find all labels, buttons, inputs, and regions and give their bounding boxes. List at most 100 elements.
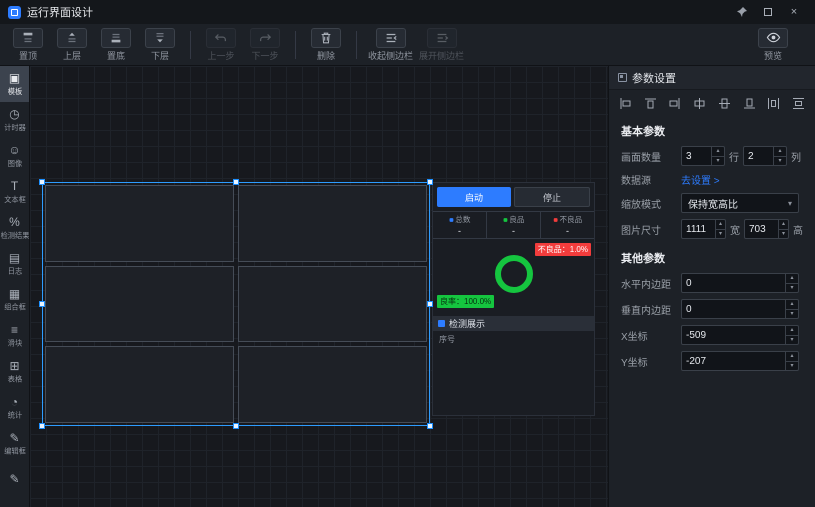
y-increment-icon[interactable]: ▴ xyxy=(786,352,798,361)
cols-input[interactable] xyxy=(744,147,773,165)
x-increment-icon[interactable]: ▴ xyxy=(786,326,798,335)
window-title: 运行界面设计 xyxy=(27,4,93,20)
send-to-back-button[interactable]: 置底 xyxy=(94,28,138,62)
resize-handle-s[interactable] xyxy=(233,423,239,429)
stat-total: 总数 - xyxy=(433,212,486,238)
image-cell[interactable] xyxy=(45,185,234,262)
pin-icon[interactable] xyxy=(729,0,755,24)
cols-decrement-icon[interactable]: ▾ xyxy=(774,156,786,166)
h-padding-input[interactable] xyxy=(682,274,785,292)
width-increment-icon[interactable]: ▴ xyxy=(716,220,725,229)
image-cell[interactable] xyxy=(45,346,234,423)
other-params-section-title: 其他参数 xyxy=(609,242,815,270)
height-decrement-icon[interactable]: ▾ xyxy=(779,229,788,239)
image-cell[interactable] xyxy=(238,185,427,262)
bring-to-front-button[interactable]: 置顶 xyxy=(6,28,50,62)
sidebar-item-extra[interactable]: ✎ xyxy=(0,462,29,498)
align-center-vertical-icon[interactable] xyxy=(718,97,731,110)
expand-sidebar-button[interactable]: 展开侧边栏 xyxy=(416,28,467,62)
image-cell[interactable] xyxy=(238,266,427,343)
align-right-icon[interactable] xyxy=(668,97,681,110)
defect-dot-icon xyxy=(553,218,557,222)
rows-input[interactable] xyxy=(682,147,711,165)
image-width-input[interactable] xyxy=(682,220,715,238)
maximize-button[interactable] xyxy=(755,0,781,24)
slider-icon: ≡ xyxy=(11,324,18,337)
align-left-icon[interactable] xyxy=(619,97,632,110)
resize-handle-ne[interactable] xyxy=(427,179,433,185)
sidebar-item-image[interactable]: ☺ 图像 xyxy=(0,138,29,174)
image-height-input[interactable] xyxy=(745,220,778,238)
selected-grid-element[interactable] xyxy=(42,182,430,426)
preview-button[interactable]: 预览 xyxy=(751,28,795,62)
sidebar-item-template[interactable]: ▣ 模板 xyxy=(0,66,29,102)
yield-ring-gauge xyxy=(495,255,533,293)
extra-icon: ✎ xyxy=(9,473,19,486)
align-top-icon[interactable] xyxy=(644,97,657,110)
collapse-sidebar-button[interactable]: 收起侧边栏 xyxy=(365,28,416,62)
resize-handle-sw[interactable] xyxy=(39,423,45,429)
v-padding-decrement-icon[interactable]: ▾ xyxy=(786,309,798,319)
x-coordinate-input[interactable] xyxy=(682,326,785,344)
layer-up-button[interactable]: 上层 xyxy=(50,28,94,62)
sidebar-item-log[interactable]: ▤ 日志 xyxy=(0,246,29,282)
y-coordinate-input[interactable] xyxy=(682,352,785,370)
trash-icon xyxy=(311,28,341,48)
distribute-horizontal-icon[interactable] xyxy=(767,97,780,110)
image-cell[interactable] xyxy=(45,266,234,343)
undo-button[interactable]: 上一步 xyxy=(199,28,243,62)
y-decrement-icon[interactable]: ▾ xyxy=(786,361,798,371)
sidebar-item-table[interactable]: ⊞ 表格 xyxy=(0,354,29,390)
basic-params-section-title: 基本参数 xyxy=(609,115,815,143)
align-center-horizontal-icon[interactable] xyxy=(693,97,706,110)
close-button[interactable]: × xyxy=(781,0,807,24)
image-cell-grid xyxy=(45,185,427,423)
rows-decrement-icon[interactable]: ▾ xyxy=(712,156,724,166)
delete-button[interactable]: 删除 xyxy=(304,28,348,62)
align-bottom-icon[interactable] xyxy=(743,97,756,110)
gauge-area: 不良品：1.0% 良率：100.0% xyxy=(433,239,594,316)
rows-increment-icon[interactable]: ▴ xyxy=(712,147,724,156)
sidebar-item-editbox[interactable]: ✎ 编辑框 xyxy=(0,426,29,462)
design-canvas[interactable]: 启动 停止 总数 - 良品 - 不良品 - 不良品：1.0% xyxy=(30,66,608,507)
detection-widget[interactable]: 启动 停止 总数 - 良品 - 不良品 - 不良品：1.0% xyxy=(432,182,595,416)
resize-handle-nw[interactable] xyxy=(39,179,45,185)
width-decrement-icon[interactable]: ▾ xyxy=(716,229,725,239)
log-icon: ▤ xyxy=(9,252,20,265)
resize-handle-w[interactable] xyxy=(39,301,45,307)
redo-button[interactable]: 下一步 xyxy=(243,28,287,62)
layer-down-button[interactable]: 下层 xyxy=(138,28,182,62)
height-increment-icon[interactable]: ▴ xyxy=(779,220,788,229)
stop-button[interactable]: 停止 xyxy=(514,187,590,207)
sidebar-item-detection-result[interactable]: % 检测结果 xyxy=(0,210,29,246)
datasource-settings-link[interactable]: 去设置 > xyxy=(681,172,720,187)
serial-column-header: 序号 xyxy=(433,331,594,348)
v-padding-increment-icon[interactable]: ▴ xyxy=(786,300,798,309)
sidebar-item-statistics[interactable]: ◔ 统计 xyxy=(0,390,29,426)
v-padding-input[interactable] xyxy=(682,300,785,318)
redo-icon xyxy=(250,28,280,48)
h-padding-increment-icon[interactable]: ▴ xyxy=(786,274,798,283)
params-title: 参数设置 xyxy=(632,70,676,86)
distribute-vertical-icon[interactable] xyxy=(792,97,805,110)
resize-handle-se[interactable] xyxy=(427,423,433,429)
x-decrement-icon[interactable]: ▾ xyxy=(786,335,798,345)
sidebar-item-slider[interactable]: ≡ 滑块 xyxy=(0,318,29,354)
cols-increment-icon[interactable]: ▴ xyxy=(774,147,786,156)
sidebar-item-textbox[interactable]: T 文本框 xyxy=(0,174,29,210)
h-padding-decrement-icon[interactable]: ▾ xyxy=(786,283,798,293)
sidebar-item-combobox[interactable]: ▦ 组合框 xyxy=(0,282,29,318)
datasource-row: 数据源 去设置 > xyxy=(609,169,815,190)
resize-handle-n[interactable] xyxy=(233,179,239,185)
image-icon: ☺ xyxy=(8,144,20,157)
start-button[interactable]: 启动 xyxy=(437,187,511,207)
image-cell[interactable] xyxy=(238,346,427,423)
y-coordinate-row: Y坐标 ▴▾ xyxy=(609,348,815,374)
titlebar: 运行界面设计 × xyxy=(0,0,815,24)
toolbar-separator xyxy=(190,31,191,59)
textbox-icon: T xyxy=(11,180,18,193)
combobox-icon: ▦ xyxy=(9,288,20,301)
scale-mode-select[interactable]: 保持宽高比 ▾ xyxy=(681,193,799,213)
sidebar-item-timer[interactable]: ◷ 计时器 xyxy=(0,102,29,138)
resize-handle-e[interactable] xyxy=(427,301,433,307)
